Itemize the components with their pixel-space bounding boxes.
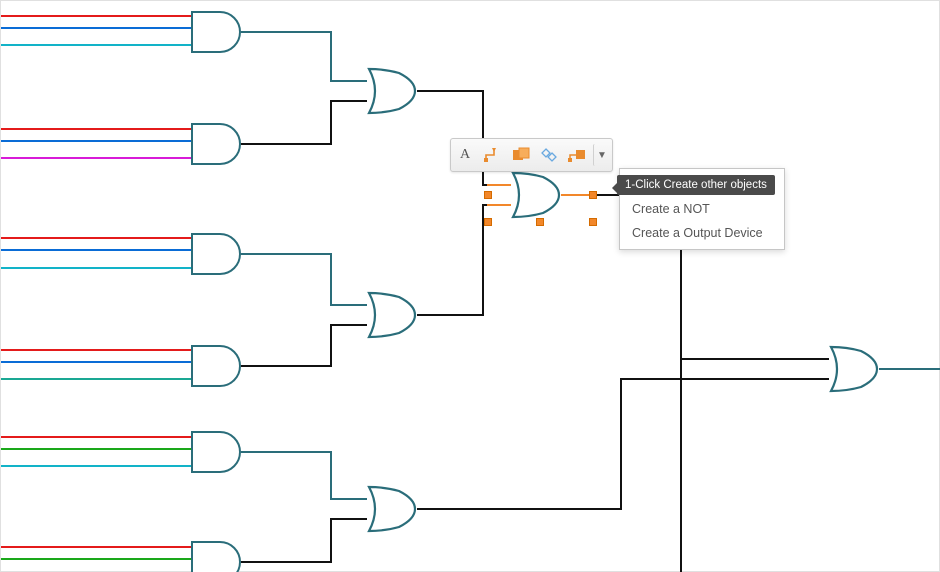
selection-handle[interactable] xyxy=(484,218,492,226)
diagram-canvas[interactable]: A ▼ Create a AND Create a NOT Create a O… xyxy=(0,0,940,572)
gate-and[interactable] xyxy=(191,11,241,53)
gate-and[interactable] xyxy=(191,233,241,275)
quick-create-toolbar: A ▼ xyxy=(450,138,613,172)
wiring-layer xyxy=(1,1,940,572)
gate-or[interactable] xyxy=(367,291,417,339)
link-shape-tool-button[interactable] xyxy=(565,144,589,166)
selection-handle[interactable] xyxy=(589,218,597,226)
more-dropdown-button[interactable]: ▼ xyxy=(593,144,610,166)
selection-handle[interactable] xyxy=(589,191,597,199)
gate-or[interactable] xyxy=(367,67,417,115)
diamond-tool-button[interactable] xyxy=(537,144,561,166)
menu-item-create-not[interactable]: Create a NOT xyxy=(620,197,784,221)
gate-and[interactable] xyxy=(191,345,241,387)
gate-or-selected[interactable] xyxy=(511,171,561,219)
menu-item-create-output[interactable]: Create a Output Device xyxy=(620,221,784,245)
text-tool-button[interactable]: A xyxy=(453,144,477,166)
connector-tool-button[interactable] xyxy=(481,144,505,166)
selection-handle[interactable] xyxy=(536,218,544,226)
text-tool-label: A xyxy=(460,147,470,163)
chevron-down-icon: ▼ xyxy=(597,150,607,161)
gate-or[interactable] xyxy=(367,485,417,533)
gate-or[interactable] xyxy=(829,345,879,393)
tooltip-text: 1-Click Create other objects xyxy=(625,179,767,191)
gate-and[interactable] xyxy=(191,431,241,473)
gate-and[interactable] xyxy=(191,123,241,165)
tooltip: 1-Click Create other objects xyxy=(617,175,775,195)
shape-tool-button[interactable] xyxy=(509,144,533,166)
selection-handle[interactable] xyxy=(484,191,492,199)
gate-and[interactable] xyxy=(191,541,241,572)
